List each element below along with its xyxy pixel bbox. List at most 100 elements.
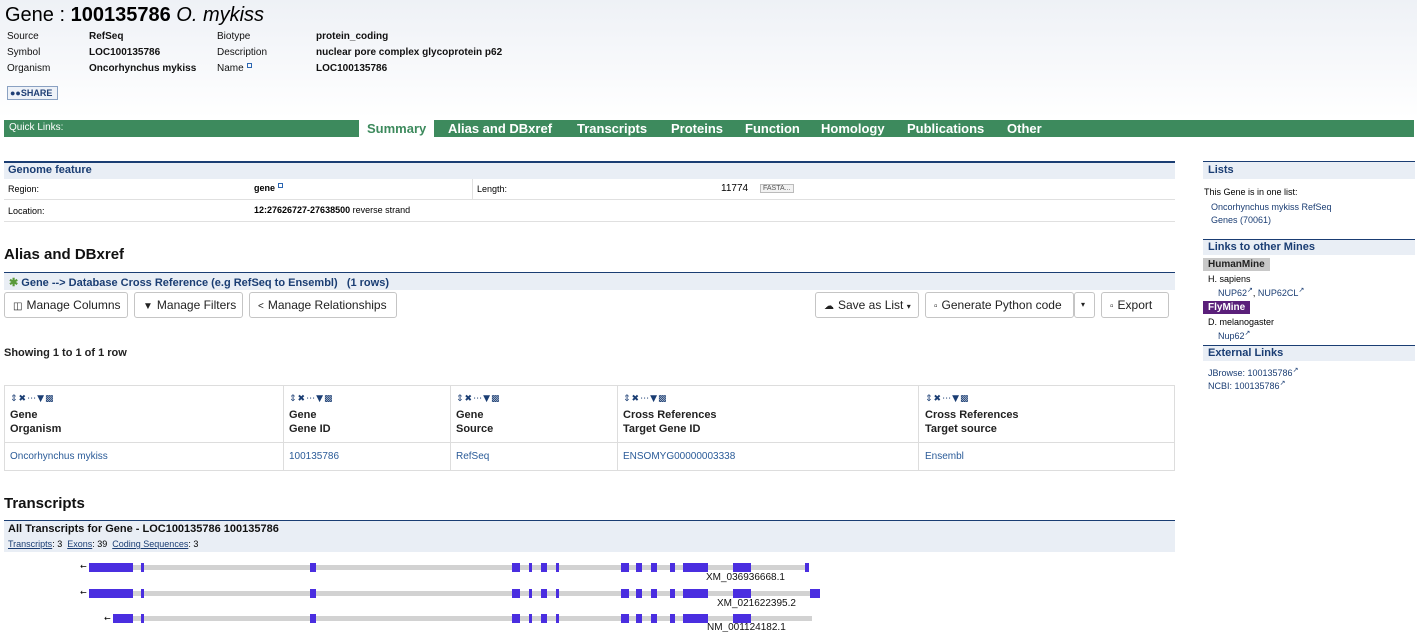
nup62-link[interactable]: NUP62: [1218, 288, 1247, 298]
exon: [670, 563, 675, 572]
filter-icon: ▼: [143, 301, 153, 312]
exon: [529, 563, 532, 572]
tab-summary[interactable]: Summary: [359, 120, 435, 137]
column-controls[interactable]: ⇕✖⋯▼▩: [456, 394, 501, 404]
exon: [636, 563, 642, 572]
location-row: [4, 200, 1175, 222]
column-header-line2: Target source: [925, 423, 997, 435]
external-link-icon: ↗: [1244, 330, 1251, 337]
tab-proteins[interactable]: Proteins: [671, 120, 723, 137]
table-cell-target-source[interactable]: Ensembl: [925, 451, 964, 462]
column-header-line1: Gene: [10, 409, 38, 421]
nup62cl-link[interactable]: NUP62CL: [1258, 288, 1299, 298]
manage-columns-button[interactable]: ◫ Manage Columns: [4, 292, 128, 318]
exon: [141, 589, 144, 598]
lists-text: This Gene is in one list:: [1204, 187, 1298, 197]
flymine-badge[interactable]: FlyMine: [1203, 301, 1251, 314]
strand-text: reverse strand: [352, 205, 411, 215]
alias-table-title[interactable]: ✱ Gene --> Database Cross Reference (e.g…: [9, 276, 389, 289]
export-button[interactable]: ▫ Export: [1101, 292, 1169, 318]
exon: [683, 589, 708, 598]
manage-relationships-button[interactable]: < Manage Relationships: [249, 292, 397, 318]
generate-python-dropdown[interactable]: ▾: [1074, 292, 1095, 318]
column-controls[interactable]: ⇕✖⋯▼▩: [925, 394, 970, 404]
table-cell-source[interactable]: RefSeq: [456, 451, 489, 462]
exon: [541, 563, 547, 572]
manage-filters-label: Manage Filters: [156, 298, 237, 312]
info-icon[interactable]: [278, 183, 284, 188]
save-as-list-label: Save as List: [838, 298, 904, 312]
nup62-fly-link[interactable]: Nup62: [1218, 331, 1245, 341]
genome-feature-header: [4, 161, 1175, 179]
lists-title: Lists: [1208, 164, 1234, 176]
table-cell-target-gene-id[interactable]: ENSOMYG00000003338: [623, 451, 735, 462]
column-header: Cross References Target source: [925, 408, 1019, 436]
location-coords: 12:27626727-27638500: [254, 205, 351, 215]
organism-value: Oncorhynchus mykiss: [89, 63, 197, 74]
ncbi-link[interactable]: NCBI: 100135786: [1208, 381, 1280, 391]
exon: [621, 589, 629, 598]
share-label: SHARE: [20, 88, 53, 98]
column-header-line2: Gene ID: [289, 423, 331, 435]
gene-id: 100135786: [70, 4, 171, 26]
name-value: LOC100135786: [316, 63, 388, 74]
column-header: Gene Source: [456, 408, 493, 436]
file-code-icon: ▫: [934, 301, 938, 312]
row-divider: [472, 179, 473, 200]
transcript-id[interactable]: XM_036936668.1: [706, 572, 785, 583]
flymine-species: D. melanogaster: [1208, 317, 1275, 327]
exon: [529, 614, 532, 623]
cds-link[interactable]: Coding Sequences: [112, 539, 188, 549]
lists-header: [1203, 161, 1415, 179]
column-header-line1: Cross References: [623, 409, 717, 421]
columns-icon: ◫: [13, 301, 23, 312]
symbol-value: LOC100135786: [89, 47, 161, 58]
gene-species: O. mykiss: [176, 4, 265, 26]
table-cell-gene-id[interactable]: 100135786: [289, 451, 339, 462]
tab-homology[interactable]: Homology: [821, 120, 885, 137]
column-controls[interactable]: ⇕✖⋯▼▩: [10, 394, 55, 404]
list-link[interactable]: Oncorhynchus mykiss RefSeq Genes (70061): [1211, 201, 1332, 227]
length-label: Length:: [477, 184, 508, 194]
exon: [529, 589, 532, 598]
fasta-button[interactable]: FASTA...: [760, 184, 794, 193]
tab-publications[interactable]: Publications: [907, 120, 984, 137]
exon: [541, 614, 547, 623]
transcript-id[interactable]: XM_021622395.2: [717, 598, 796, 609]
external-link-icon: ↗: [1298, 287, 1305, 294]
exons-link[interactable]: Exons: [67, 539, 92, 549]
manage-relationships-label: Manage Relationships: [267, 298, 387, 312]
share-button[interactable]: ●●SHARE: [7, 86, 58, 100]
transcript-track[interactable]: [89, 591, 820, 596]
generate-python-button[interactable]: ▫ Generate Python code: [925, 292, 1074, 318]
tab-alias-and-dbxref[interactable]: Alias and DBxref: [448, 120, 552, 137]
table-cell-organism[interactable]: Oncorhynchus mykiss: [10, 451, 108, 462]
symbol-label: Symbol: [7, 47, 41, 58]
jbrowse-link[interactable]: JBrowse: 100135786: [1208, 368, 1293, 378]
description-label: Description: [217, 47, 268, 58]
column-header-line1: Gene: [289, 409, 317, 421]
tab-other[interactable]: Other: [1007, 120, 1042, 137]
ncbi-link-row: NCBI: 100135786↗: [1208, 379, 1285, 391]
tab-function[interactable]: Function: [745, 120, 800, 137]
export-label: Export: [1117, 298, 1153, 312]
humanmine-badge[interactable]: HumanMine: [1203, 258, 1270, 271]
tab-transcripts[interactable]: Transcripts: [577, 120, 647, 137]
transcripts-link[interactable]: Transcripts: [8, 539, 52, 549]
manage-filters-button[interactable]: ▼ Manage Filters: [134, 292, 243, 318]
info-icon[interactable]: [246, 63, 252, 68]
exon: [541, 589, 547, 598]
location-value: 12:27626727-27638500 reverse strand: [254, 205, 410, 215]
save-as-list-button[interactable]: ☁ Save as List ▾: [815, 292, 919, 318]
column-controls[interactable]: ⇕✖⋯▼▩: [289, 394, 334, 404]
transcripts-counts: Transcripts: 3 Exons: 39 Coding Sequence…: [8, 539, 198, 549]
generate-python-label: Generate Python code: [941, 298, 1062, 312]
column-controls[interactable]: ⇕✖⋯▼▩: [623, 394, 668, 404]
organism-label: Organism: [7, 63, 51, 74]
column-header-line2: Source: [456, 423, 494, 435]
list-link-line1: Oncorhynchus mykiss RefSeq: [1211, 202, 1332, 212]
caret-down-icon: ▾: [906, 302, 911, 311]
transcript-id[interactable]: NM_001124182.1: [707, 622, 786, 632]
manage-columns-label: Manage Columns: [26, 298, 121, 312]
exon: [670, 614, 675, 623]
